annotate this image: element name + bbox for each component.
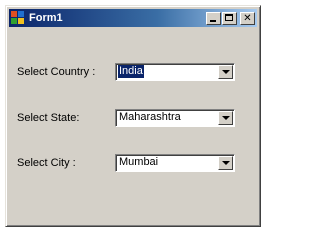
app-icon[interactable] (11, 11, 25, 25)
close-icon: ✕ (243, 12, 252, 24)
city-combobox[interactable]: Mumbai (115, 154, 235, 172)
country-dropdown-arrow-icon[interactable] (218, 65, 233, 79)
maximize-button[interactable] (222, 11, 237, 25)
country-combobox[interactable]: India (115, 63, 235, 81)
city-label: Select City : (17, 157, 76, 169)
minimize-icon (210, 19, 216, 22)
minimize-button[interactable] (206, 11, 221, 25)
country-value: India (118, 65, 144, 78)
title-bar[interactable]: Form1 ✕ (9, 9, 257, 27)
maximize-icon (225, 13, 233, 21)
state-combobox[interactable]: Maharashtra (115, 109, 235, 127)
state-label: Select State: (17, 112, 80, 124)
state-dropdown-arrow-icon[interactable] (218, 111, 233, 125)
form1-window: Form1 ✕ Select Country : India Select St… (5, 5, 261, 227)
state-value: Maharashtra (119, 111, 181, 123)
country-label: Select Country : (17, 66, 96, 78)
window-title: Form1 (29, 12, 63, 24)
city-dropdown-arrow-icon[interactable] (218, 156, 233, 170)
city-value: Mumbai (119, 156, 159, 168)
close-button[interactable]: ✕ (240, 11, 255, 25)
